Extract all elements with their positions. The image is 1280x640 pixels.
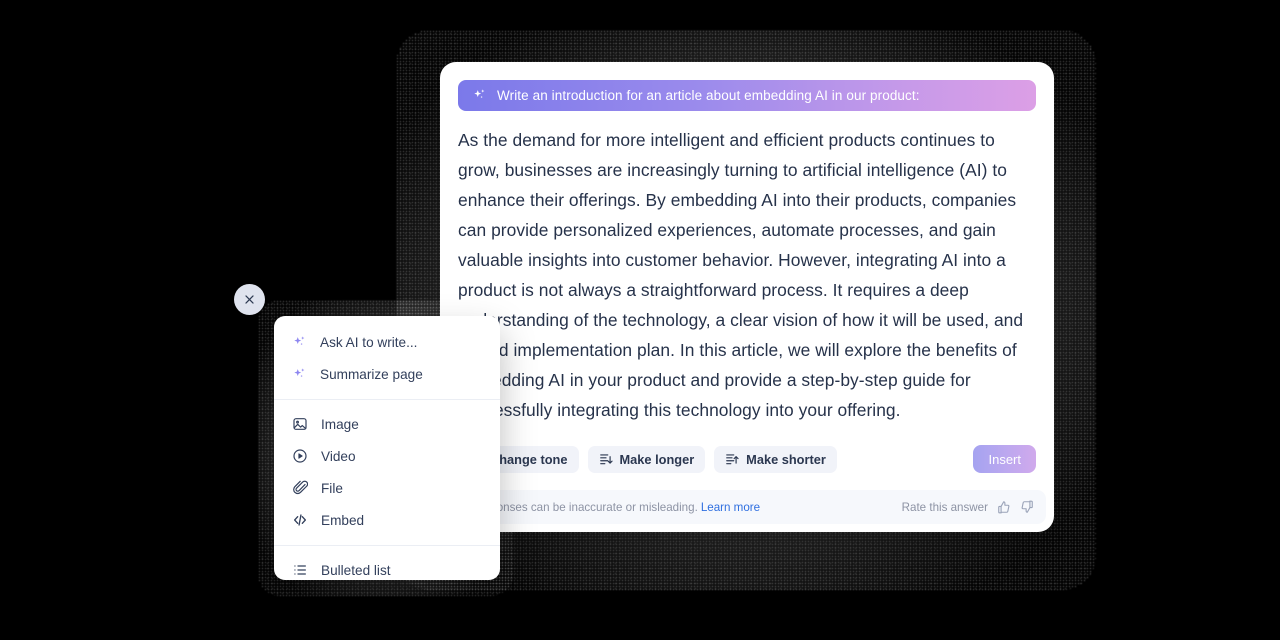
rate-group: Rate this answer <box>902 500 1034 514</box>
answer-text: As the demand for more intelligent and e… <box>458 130 1024 420</box>
change-tone-label: Change tone <box>490 451 568 467</box>
screen: Write an introduction for an article abo… <box>0 0 1280 640</box>
make-longer-button[interactable]: Make longer <box>587 445 706 473</box>
menu-item-label: Image <box>321 416 359 432</box>
close-button[interactable] <box>234 284 265 315</box>
bulleted-list-icon <box>292 562 308 578</box>
thumbs-down-icon[interactable] <box>1020 500 1034 514</box>
menu-divider <box>274 545 500 546</box>
menu-item-label: File <box>321 480 343 496</box>
ai-answer-card: Write an introduction for an article abo… <box>440 62 1054 532</box>
make-shorter-button[interactable]: Make shorter <box>714 445 837 473</box>
menu-item-label: Summarize page <box>320 366 423 382</box>
make-shorter-label: Make shorter <box>746 451 826 467</box>
menu-item-label: Ask AI to write... <box>320 334 418 350</box>
close-icon <box>243 293 256 306</box>
menu-item-embed[interactable]: Embed <box>274 504 500 536</box>
prompt-chip: Write an introduction for an article abo… <box>458 80 1036 111</box>
make-longer-label: Make longer <box>619 451 695 467</box>
thumbs-up-icon[interactable] <box>997 500 1011 514</box>
sparkle-icon <box>472 88 487 103</box>
menu-item-video[interactable]: Video <box>274 440 500 472</box>
menu-item-ask-ai-to-write[interactable]: Ask AI to write... <box>274 326 500 358</box>
rate-label: Rate this answer <box>901 500 988 514</box>
sparkle-icon <box>292 335 307 350</box>
slash-command-menu: Ask AI to write... Summarize page Image … <box>274 316 500 580</box>
menu-item-file[interactable]: File <box>274 472 500 504</box>
lines-arrow-down-icon <box>599 452 613 466</box>
menu-item-label: Bulleted list <box>321 562 391 578</box>
code-embed-icon <box>292 512 308 528</box>
video-play-icon <box>292 448 308 464</box>
insert-button[interactable]: Insert <box>973 445 1036 473</box>
disclaimer: AI responses can be inaccurate or mislea… <box>460 501 760 514</box>
action-row: Change tone Make longer Make shorter Ins… <box>440 438 1054 480</box>
menu-item-label: Embed <box>321 512 365 528</box>
menu-item-summarize-page[interactable]: Summarize page <box>274 358 500 390</box>
menu-item-label: Video <box>321 448 356 464</box>
prompt-text: Write an introduction for an article abo… <box>497 88 920 103</box>
sparkle-icon <box>292 367 307 382</box>
card-footer: AI responses can be inaccurate or mislea… <box>448 490 1046 524</box>
lines-arrow-up-icon <box>725 452 739 466</box>
menu-item-image[interactable]: Image <box>274 408 500 440</box>
learn-more-link[interactable]: Learn more <box>701 501 760 514</box>
menu-divider <box>274 399 500 400</box>
image-icon <box>292 416 308 432</box>
menu-item-bulleted-list[interactable]: Bulleted list <box>274 554 500 580</box>
paperclip-icon <box>292 480 308 496</box>
